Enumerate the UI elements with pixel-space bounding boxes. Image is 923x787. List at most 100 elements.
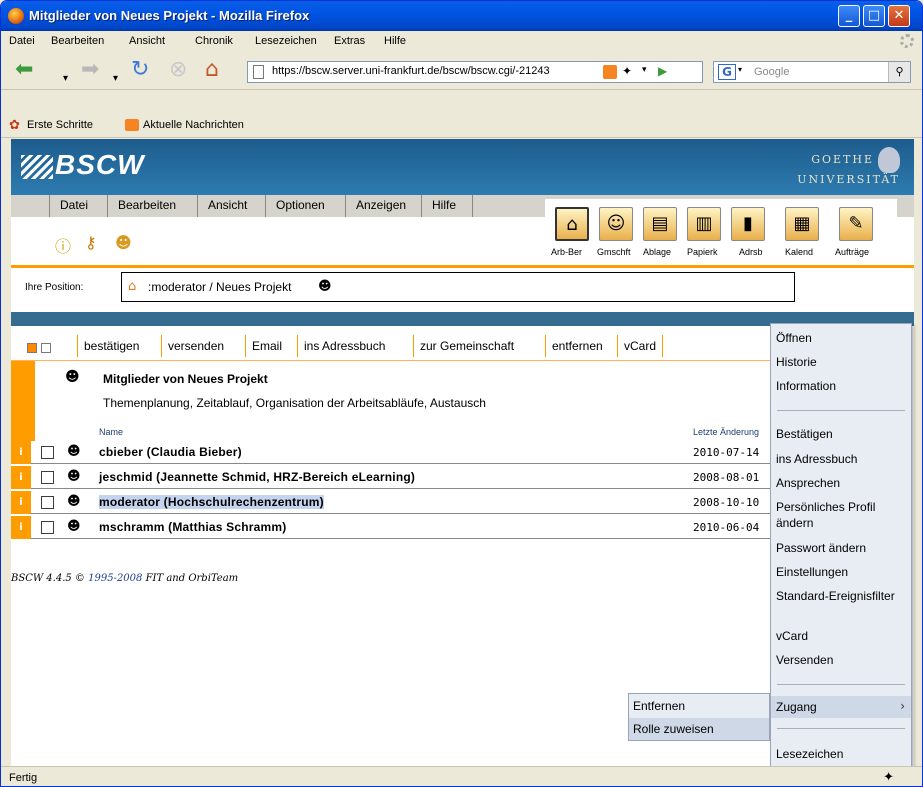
bscw-menu-datei[interactable]: Datei xyxy=(49,195,88,217)
maximize-button[interactable]: □ xyxy=(863,5,885,27)
label-kalend[interactable]: Kalend xyxy=(785,247,813,257)
user-icon[interactable]: ☻ xyxy=(67,444,81,459)
table-row[interactable]: i ☻ jeschmid (Jeannette Schmid, HRZ-Bere… xyxy=(11,466,771,489)
ctx-versenden[interactable]: Versenden xyxy=(776,652,908,668)
search-icon[interactable]: ⚲ xyxy=(888,62,910,82)
info-icon[interactable]: i xyxy=(11,491,31,514)
bscw-menu-anzeigen[interactable]: Anzeigen xyxy=(345,195,406,217)
menu-ansicht[interactable]: Ansicht xyxy=(129,35,165,47)
row-checkbox[interactable] xyxy=(41,471,54,484)
ctx-ansprechen[interactable]: Ansprechen xyxy=(776,475,908,491)
action-ins-adressbuch[interactable]: ins Adressbuch xyxy=(297,335,391,357)
label-arb-ber[interactable]: Arb-Ber xyxy=(551,247,582,257)
row-checkbox[interactable] xyxy=(41,496,54,509)
sub-entfernen[interactable]: Entfernen xyxy=(633,699,685,713)
back-icon[interactable]: ⬅ xyxy=(15,57,33,83)
user-icon[interactable]: ☻ xyxy=(67,494,81,509)
back-dropdown-icon[interactable]: ▾ xyxy=(63,66,68,92)
url-bar[interactable]: https://bscw.server.uni-frankfurt.de/bsc… xyxy=(247,61,703,83)
user-icon[interactable]: ☻ xyxy=(67,519,81,534)
menu-extras[interactable]: Extras xyxy=(334,35,365,47)
info-icon[interactable]: i xyxy=(11,466,31,489)
forward-dropdown-icon[interactable]: ▾ xyxy=(113,66,118,92)
group-icon[interactable]: ☻ xyxy=(115,233,132,252)
ctx-vcard[interactable]: vCard xyxy=(776,628,908,644)
label-auftraege[interactable]: Aufträge xyxy=(835,247,869,257)
bscw-menu-bearbeiten[interactable]: Bearbeiten xyxy=(107,195,176,217)
sub-rolle-zuweisen[interactable]: Rolle zuweisen xyxy=(633,722,714,736)
ctx-bestaetigen[interactable]: Bestätigen xyxy=(776,426,908,442)
member-name[interactable]: moderator (Hochschulrechenzentrum) xyxy=(99,495,324,509)
ctx-lesezeichen[interactable]: Lesezeichen xyxy=(776,746,908,762)
ctx-profil-aendern[interactable]: Persönliches Profil ändern xyxy=(776,499,908,531)
action-vcard[interactable]: vCard xyxy=(617,335,664,357)
user-icon[interactable]: ☻ xyxy=(67,469,81,484)
ctx-einstellungen[interactable]: Einstellungen xyxy=(776,564,908,580)
close-button[interactable]: ✕ xyxy=(888,5,910,27)
table-row[interactable]: i ☻ moderator (Hochschulrechenzentrum) 2… xyxy=(11,491,771,514)
home-icon[interactable]: ⌂ xyxy=(205,57,219,83)
action-entfernen[interactable]: entfernen xyxy=(545,335,609,357)
breadcrumb-path[interactable]: :moderator / Neues Projekt xyxy=(148,280,291,294)
bscw-logo[interactable]: BSCW xyxy=(21,149,145,181)
google-icon[interactable]: G xyxy=(718,64,736,80)
label-gmschft[interactable]: Gmschft xyxy=(597,247,631,257)
search-engine-dropdown-icon[interactable]: ▾ xyxy=(738,65,742,74)
column-name[interactable]: Name xyxy=(99,427,123,437)
addressbook-icon[interactable]: ▮ xyxy=(731,207,765,241)
member-name[interactable]: mschramm (Matthias Schramm) xyxy=(99,520,286,534)
clipboard-icon[interactable]: ▤ xyxy=(643,207,677,241)
menu-bearbeiten[interactable]: Bearbeiten xyxy=(51,35,104,47)
select-all-checkbox[interactable] xyxy=(27,343,37,353)
trash-icon[interactable]: ▥ xyxy=(687,207,721,241)
bscw-menu-hilfe[interactable]: Hilfe xyxy=(421,195,474,217)
menu-hilfe[interactable]: Hilfe xyxy=(384,35,406,47)
label-adrsb[interactable]: Adrsb xyxy=(739,247,763,257)
row-checkbox[interactable] xyxy=(41,446,54,459)
label-papierk[interactable]: Papierk xyxy=(687,247,718,257)
action-bestaetigen[interactable]: bestätigen xyxy=(77,335,145,357)
select-none-checkbox[interactable] xyxy=(41,343,51,353)
column-date[interactable]: Letzte Änderung xyxy=(693,427,771,437)
action-versenden[interactable]: versenden xyxy=(161,335,230,357)
home-icon[interactable]: ⌂ xyxy=(128,279,136,294)
label-ablage[interactable]: Ablage xyxy=(643,247,671,257)
bookmark-erste-schritte[interactable]: Erste Schritte xyxy=(27,119,93,131)
menu-lesezeichen[interactable]: Lesezeichen xyxy=(255,35,317,47)
forward-icon[interactable]: ➡ xyxy=(81,57,99,83)
community-icon[interactable]: ☺ xyxy=(599,207,633,241)
url-dropdown-icon[interactable]: ▾ xyxy=(642,65,647,75)
addon-status-icon[interactable]: ✦ xyxy=(883,770,894,785)
table-row[interactable]: i ☻ cbieber (Claudia Bieber) 2010-07-14 xyxy=(11,441,771,464)
rss-icon[interactable] xyxy=(603,65,617,79)
stop-icon[interactable]: ⊗ xyxy=(169,57,187,83)
bookmark-aktuelle-nachrichten[interactable]: Aktuelle Nachrichten xyxy=(143,119,244,131)
menu-chronik[interactable]: Chronik xyxy=(195,35,233,47)
group-icon[interactable]: ☻ xyxy=(318,279,332,294)
action-zur-gemeinschaft[interactable]: zur Gemeinschaft xyxy=(413,335,520,357)
ctx-ereignisfilter[interactable]: Standard-Ereignisfilter xyxy=(776,588,908,604)
minimize-button[interactable]: _ xyxy=(838,5,860,27)
info-icon[interactable]: i xyxy=(11,441,31,464)
ctx-zugang[interactable]: Zugang xyxy=(776,699,908,715)
ctx-historie[interactable]: Historie xyxy=(776,354,908,370)
key-icon[interactable]: ⚷ xyxy=(85,233,97,252)
ctx-information[interactable]: Information xyxy=(776,378,908,394)
search-bar[interactable]: G ▾ Google ⚲ xyxy=(713,61,911,83)
table-row[interactable]: i ☻ mschramm (Matthias Schramm) 2010-06-… xyxy=(11,516,771,539)
go-icon[interactable]: ▶ xyxy=(658,64,667,78)
member-name[interactable]: jeschmid (Jeannette Schmid, HRZ-Bereich … xyxy=(99,470,415,484)
search-input[interactable]: Google xyxy=(754,66,789,78)
reload-icon[interactable]: ↻ xyxy=(131,57,149,83)
addon-icon[interactable]: ✦ xyxy=(622,64,632,78)
menu-datei[interactable]: Datei xyxy=(9,35,35,47)
bscw-menu-ansicht[interactable]: Ansicht xyxy=(197,195,247,217)
tasks-icon[interactable]: ✎ xyxy=(839,207,873,241)
action-email[interactable]: Email xyxy=(245,335,288,357)
member-name[interactable]: cbieber (Claudia Bieber) xyxy=(99,445,242,459)
home-icon[interactable]: ⌂ xyxy=(555,207,589,241)
info-icon[interactable]: i xyxy=(11,516,31,539)
url-text[interactable]: https://bscw.server.uni-frankfurt.de/bsc… xyxy=(272,65,572,77)
ctx-passwort-aendern[interactable]: Passwort ändern xyxy=(776,540,908,556)
credit-years-link[interactable]: 1995-2008 xyxy=(88,573,142,584)
